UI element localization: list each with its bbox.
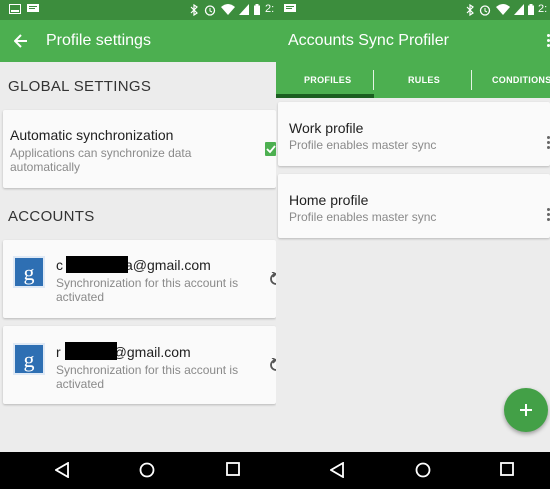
accounts-sync-profiler-screen: 2: Accounts Sync Profiler PROFILES RULES… [276, 0, 550, 452]
google-g-icon: g [13, 343, 45, 375]
circle-home-icon[interactable] [139, 462, 155, 478]
system-navigation-bar [0, 452, 550, 489]
circle-home-icon[interactable] [415, 462, 431, 478]
auto-sync-title: Automatic synchronization [10, 127, 174, 143]
redacted-email-part [65, 342, 117, 360]
app-bar: Accounts Sync Profiler [276, 20, 550, 62]
app-bar: Profile settings [0, 20, 276, 62]
square-recents-icon[interactable] [500, 462, 514, 476]
alarm-icon [204, 5, 216, 16]
profile-description: Profile enables master sync [289, 138, 437, 152]
tab-divider [471, 70, 472, 90]
profile-name: Work profile [289, 120, 364, 136]
status-bar: 2: [0, 0, 276, 20]
profile-settings-screen: 2: Profile settings GLOBAL SETTINGS Auto… [0, 0, 276, 452]
svg-text:g: g [24, 347, 35, 372]
message-notification-icon [27, 4, 39, 12]
page-title: Profile settings [46, 32, 151, 49]
account-item[interactable]: g r @gmail.com Synchronization for this a… [3, 326, 276, 404]
bluetooth-icon [466, 4, 474, 16]
image-notification-icon [9, 4, 21, 14]
message-notification-icon [284, 4, 296, 12]
cell-signal-icon [514, 4, 524, 15]
account-sync-status: Synchronization for this account is acti… [56, 276, 239, 304]
account-sync-status: Synchronization for this account is acti… [56, 363, 239, 391]
tab-divider [373, 70, 374, 90]
profile-item-home[interactable]: Home profile Profile enables master sync [278, 174, 550, 238]
auto-sync-setting[interactable]: Automatic synchronization Applications c… [3, 110, 276, 188]
square-recents-icon[interactable] [226, 462, 240, 476]
wifi-icon [221, 4, 235, 15]
account-item[interactable]: g c a@gmail.com Synchronization for this … [3, 240, 276, 318]
profile-name: Home profile [289, 192, 369, 208]
battery-icon [528, 4, 534, 15]
section-header-accounts: ACCOUNTS [8, 208, 95, 225]
bluetooth-icon [190, 4, 198, 16]
tab-rules[interactable]: RULES [408, 75, 440, 85]
active-tab-indicator [276, 94, 374, 98]
tab-bar: PROFILES RULES CONDITIONS [276, 62, 550, 98]
plus-icon [520, 404, 532, 416]
add-profile-button[interactable] [504, 388, 548, 432]
alarm-icon [479, 5, 491, 16]
sync-icon[interactable] [268, 358, 276, 372]
profile-description: Profile enables master sync [289, 210, 437, 224]
wifi-icon [496, 4, 510, 15]
triangle-back-icon[interactable] [330, 462, 344, 478]
auto-sync-subtitle: Applications can synchronize data automa… [10, 146, 192, 174]
triangle-back-icon[interactable] [55, 462, 69, 478]
profile-item-work[interactable]: Work profile Profile enables master sync [278, 102, 550, 166]
svg-text:g: g [24, 260, 35, 285]
tab-conditions[interactable]: CONDITIONS [492, 75, 550, 85]
auto-sync-checkbox[interactable] [265, 142, 276, 156]
redacted-email-part [66, 256, 128, 273]
cell-signal-icon [239, 4, 249, 15]
google-g-icon: g [13, 256, 45, 288]
checkmark-icon [266, 145, 276, 154]
tab-profiles[interactable]: PROFILES [304, 75, 351, 85]
arrow-left-icon[interactable] [14, 34, 28, 48]
status-time: 2: [538, 3, 548, 15]
status-bar: 2: [276, 0, 550, 20]
status-time: 2: [265, 3, 275, 15]
section-header-global-settings: GLOBAL SETTINGS [8, 78, 152, 95]
sync-icon[interactable] [268, 272, 276, 286]
battery-icon [254, 4, 260, 15]
app-title: Accounts Sync Profiler [288, 32, 449, 49]
